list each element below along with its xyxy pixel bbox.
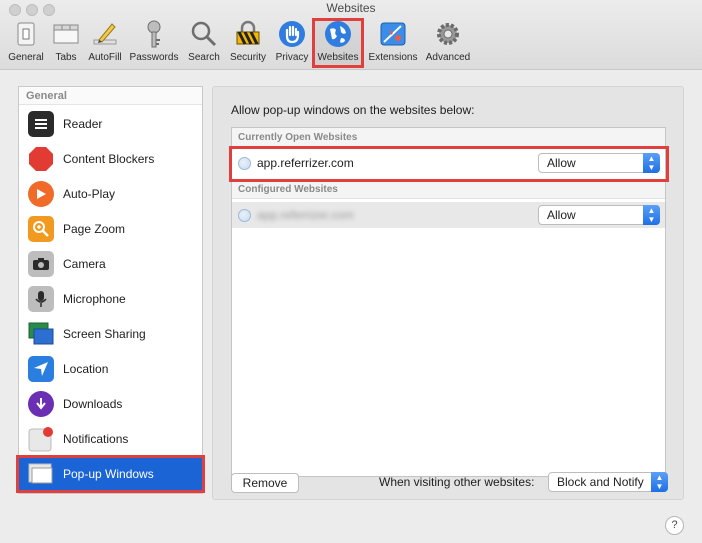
- window-toolbar: Websites General Tabs AutoFill Passwords…: [0, 0, 702, 70]
- sidebar-item-notifications[interactable]: Notifications: [19, 422, 202, 456]
- window-title: Websites: [326, 1, 376, 15]
- websites-table: Currently Open Websites app.referrizer.c…: [231, 127, 666, 477]
- hand-icon: [276, 18, 308, 50]
- toolbar-extensions[interactable]: Extensions: [366, 18, 420, 66]
- extensions-icon: [377, 18, 409, 50]
- sidebar-item-label: Auto-Play: [63, 187, 116, 201]
- sidebar: General Reader Content Blockers Auto-Pla…: [18, 86, 203, 494]
- website-setting-popup[interactable]: Allow ▲ ▼: [538, 205, 660, 225]
- magnifier-icon: [188, 18, 220, 50]
- security-barrier-icon: [232, 18, 264, 50]
- sidebar-item-page-zoom[interactable]: Page Zoom: [19, 212, 202, 246]
- toolbar-label: AutoFill: [88, 52, 122, 63]
- sidebar-item-label: Page Zoom: [63, 222, 126, 236]
- sidebar-item-label: Camera: [63, 257, 106, 271]
- website-setting-popup[interactable]: Allow ▲ ▼: [538, 153, 660, 173]
- sidebar-item-screen-sharing[interactable]: Screen Sharing: [19, 317, 202, 351]
- toolbar-label: Security: [229, 52, 267, 63]
- toolbar-passwords[interactable]: Passwords: [128, 18, 180, 66]
- zoom-icon: [28, 216, 54, 242]
- toolbar-label: Passwords: [129, 52, 179, 63]
- sidebar-item-label: Downloads: [63, 397, 123, 411]
- configured-websites-header: Configured Websites: [232, 180, 665, 199]
- sidebar-item-popup-windows[interactable]: Pop-up Windows: [19, 457, 202, 491]
- website-setting-value: Allow: [547, 156, 576, 170]
- sidebar-item-label: Pop-up Windows: [63, 467, 154, 481]
- toolbar-label: General: [8, 52, 44, 63]
- sidebar-item-reader[interactable]: Reader: [19, 107, 202, 141]
- toolbar-label: Extensions: [368, 52, 418, 63]
- toolbar-websites[interactable]: Websites: [314, 18, 362, 66]
- sidebar-header: General: [19, 87, 202, 105]
- toolbar-search[interactable]: Search: [185, 18, 223, 66]
- general-switch-icon: [10, 18, 42, 50]
- toolbar-label: Search: [188, 52, 220, 63]
- sidebar-item-label: Microphone: [63, 292, 126, 306]
- toolbar-label: Privacy: [275, 52, 309, 63]
- sidebar-item-label: Content Blockers: [63, 152, 155, 166]
- configured-website-row[interactable]: app.referrizer.com Allow ▲ ▼: [232, 202, 665, 228]
- other-websites-value: Block and Notify: [557, 475, 644, 489]
- sidebar-item-camera[interactable]: Camera: [19, 247, 202, 281]
- toolbar-label: Websites: [317, 52, 359, 63]
- website-globe-icon: [238, 156, 251, 170]
- globe-icon: [322, 18, 354, 50]
- sidebar-item-label: Location: [63, 362, 109, 376]
- sidebar-item-auto-play[interactable]: Auto-Play: [19, 177, 202, 211]
- reader-icon: [28, 111, 54, 137]
- notification-icon: [28, 426, 54, 452]
- gear-icon: [432, 18, 464, 50]
- stepper-chevrons-icon: ▲ ▼: [651, 472, 668, 492]
- sidebar-item-label: Reader: [63, 117, 103, 131]
- play-icon: [28, 181, 54, 207]
- microphone-icon: [28, 286, 54, 312]
- tabs-icon: [50, 18, 82, 50]
- toolbar-label: Advanced: [425, 52, 471, 63]
- help-button[interactable]: ?: [665, 516, 684, 535]
- toolbar-tabs[interactable]: Tabs: [50, 18, 82, 66]
- location-arrow-icon: [28, 356, 54, 382]
- toolbar-advanced[interactable]: Advanced: [423, 18, 473, 66]
- toolbar-general[interactable]: General: [5, 18, 47, 66]
- key-icon: [138, 18, 170, 50]
- other-websites-popup[interactable]: Block and Notify ▲ ▼: [548, 472, 668, 492]
- toolbar-autofill[interactable]: AutoFill: [86, 18, 124, 66]
- other-websites-label: When visiting other websites:: [379, 475, 535, 489]
- sidebar-item-content-blockers[interactable]: Content Blockers: [19, 142, 202, 176]
- pencil-icon: [89, 18, 121, 50]
- popup-window-icon: [28, 461, 54, 487]
- sidebar-item-location[interactable]: Location: [19, 352, 202, 386]
- toolbar-security[interactable]: Security: [227, 18, 269, 66]
- sidebar-item-downloads[interactable]: Downloads: [19, 387, 202, 421]
- download-icon: [28, 391, 54, 417]
- popup-prompt: Allow pop-up windows on the websites bel…: [231, 103, 475, 117]
- popup-settings-pane: Allow pop-up windows on the websites bel…: [212, 86, 684, 500]
- current-websites-header: Currently Open Websites: [232, 128, 665, 147]
- sidebar-item-label: Notifications: [63, 432, 129, 446]
- sidebar-item-label: Screen Sharing: [63, 327, 146, 341]
- toolbar-label: Tabs: [55, 52, 77, 63]
- stepper-chevrons-icon: ▲ ▼: [643, 153, 660, 173]
- camera-icon: [28, 251, 54, 277]
- website-domain: app.referrizer.com: [257, 156, 354, 170]
- stop-sign-icon: [28, 146, 54, 172]
- toolbar-privacy[interactable]: Privacy: [273, 18, 311, 66]
- stepper-chevrons-icon: ▲ ▼: [643, 205, 660, 225]
- website-domain-blurred: app.referrizer.com: [257, 208, 354, 222]
- screen-sharing-icon: [28, 321, 54, 347]
- website-globe-icon: [238, 208, 251, 222]
- remove-button[interactable]: Remove: [231, 473, 299, 493]
- website-setting-value: Allow: [547, 208, 576, 222]
- sidebar-item-microphone[interactable]: Microphone: [19, 282, 202, 316]
- current-website-row[interactable]: app.referrizer.com Allow ▲ ▼: [232, 150, 665, 176]
